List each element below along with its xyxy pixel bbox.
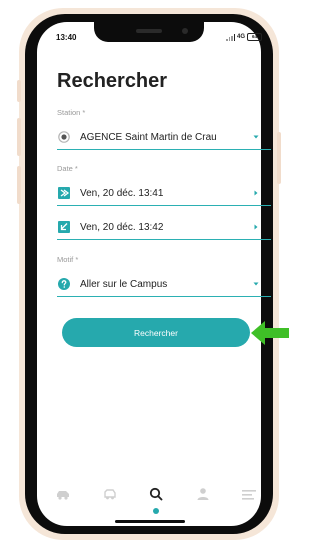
chevron-right-icon <box>254 224 258 230</box>
front-camera <box>182 28 188 34</box>
station-label: Station * <box>57 108 86 117</box>
home-indicator <box>115 520 185 523</box>
signal-icon <box>226 33 235 41</box>
date-label: Date * <box>57 164 78 173</box>
motif-select[interactable]: Aller sur le Campus <box>57 272 271 297</box>
motif-label: Motif * <box>57 255 79 264</box>
status-time: 13:40 <box>56 33 77 42</box>
return-date-field[interactable]: Ven, 20 déc. 13:42 <box>57 215 271 240</box>
volume-up-button <box>17 118 21 156</box>
status-indicators: 4G 64 <box>226 33 263 41</box>
person-icon[interactable] <box>195 487 211 501</box>
network-type: 4G <box>237 34 246 40</box>
departure-date-field[interactable]: Ven, 20 déc. 13:41 <box>57 181 271 206</box>
vehicle-outline-icon[interactable] <box>102 487 118 501</box>
departure-date-value: Ven, 20 déc. 13:41 <box>80 187 164 199</box>
screenshot-stage: 13:40 4G 64 Rechercher Station * AGENCE … <box>0 0 291 546</box>
power-button <box>277 132 281 184</box>
active-tab-indicator <box>153 508 159 514</box>
help-circle-icon <box>58 278 70 290</box>
search-button[interactable]: Rechercher <box>62 318 250 347</box>
battery-icon: 64 <box>247 33 263 41</box>
page-title: Rechercher <box>57 70 168 92</box>
radio-button-icon <box>58 131 70 143</box>
search-icon[interactable] <box>148 487 164 501</box>
chevron-down-icon <box>253 282 259 286</box>
return-date-value: Ven, 20 déc. 13:42 <box>80 221 164 233</box>
menu-icon[interactable] <box>241 487 257 501</box>
departure-arrow-icon <box>58 187 70 199</box>
chevron-down-icon <box>253 135 259 139</box>
green-arrow-icon <box>251 321 289 345</box>
station-select[interactable]: AGENCE Saint Martin de Crau <box>57 125 271 150</box>
speaker-grille <box>136 29 162 33</box>
car-icon[interactable] <box>55 487 71 501</box>
chevron-right-icon <box>254 190 258 196</box>
station-value: AGENCE Saint Martin de Crau <box>80 131 217 143</box>
motif-value: Aller sur le Campus <box>80 278 168 290</box>
return-arrow-icon <box>58 221 70 233</box>
mute-switch <box>17 80 21 102</box>
volume-down-button <box>17 166 21 204</box>
